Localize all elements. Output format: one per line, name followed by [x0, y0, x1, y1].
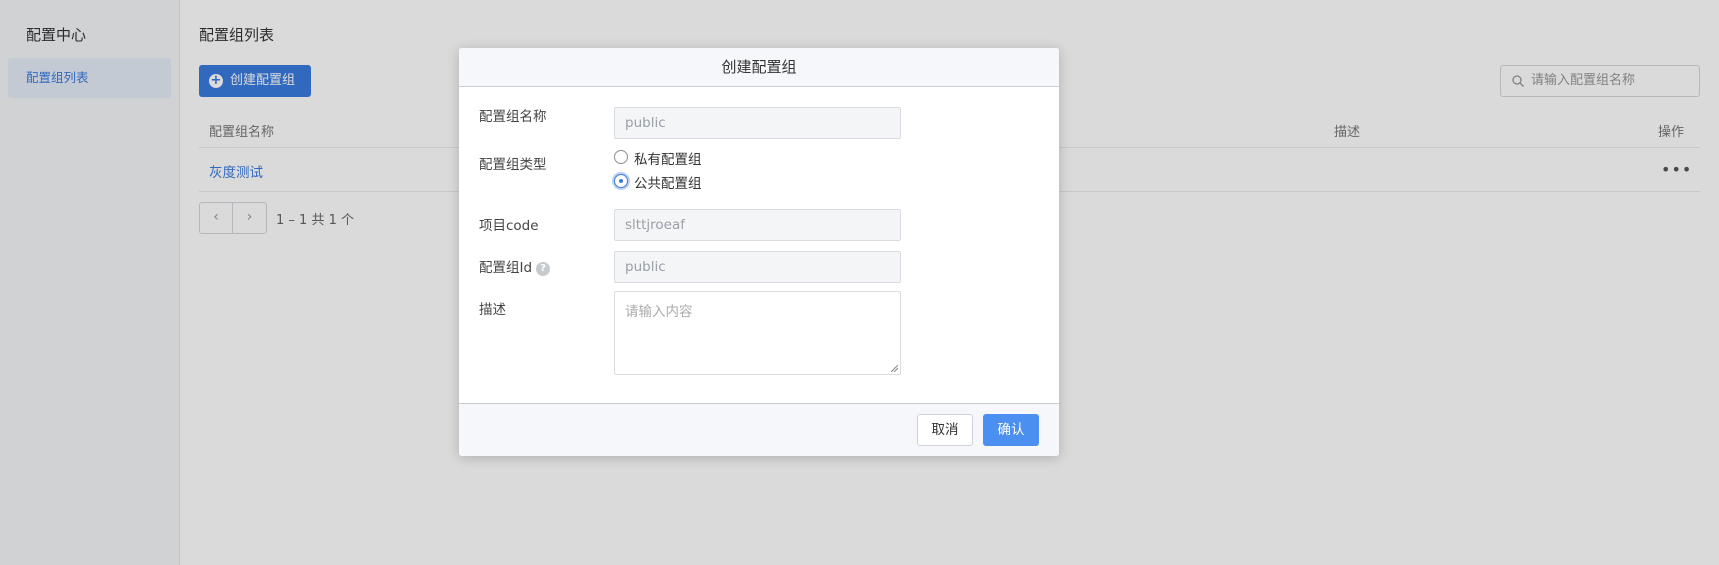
radio-private-label: 私有配置组: [634, 152, 702, 168]
radio-button-checked[interactable]: [614, 174, 628, 188]
dialog-footer: 取消 确认: [459, 403, 1059, 456]
config-group-name-field[interactable]: public: [614, 107, 901, 139]
help-icon[interactable]: ?: [536, 262, 551, 276]
group-id-label: 配置组Id?: [479, 256, 551, 276]
type-label: 配置组类型: [479, 157, 547, 173]
radio-button-unchecked[interactable]: [614, 150, 628, 164]
dialog-title: 创建配置组: [459, 48, 1059, 87]
group-id-label-text: 配置组Id: [479, 260, 533, 276]
group-id-field[interactable]: public: [614, 251, 901, 283]
project-code-label: 项目code: [479, 218, 539, 234]
description-label: 描述: [479, 302, 506, 318]
cancel-button[interactable]: 取消: [917, 414, 973, 446]
description-placeholder: 请输入内容: [625, 304, 693, 320]
confirm-button[interactable]: 确认: [983, 414, 1039, 446]
description-textarea[interactable]: 请输入内容: [614, 291, 901, 375]
create-config-group-dialog: 创建配置组 配置组名称 public 配置组类型 私有配置组 公共配置组 项目c…: [459, 48, 1059, 456]
radio-public-label: 公共配置组: [634, 176, 702, 192]
name-label: 配置组名称: [479, 109, 547, 125]
project-code-field[interactable]: slttjroeaf: [614, 209, 901, 241]
resize-handle-icon[interactable]: [891, 365, 898, 372]
